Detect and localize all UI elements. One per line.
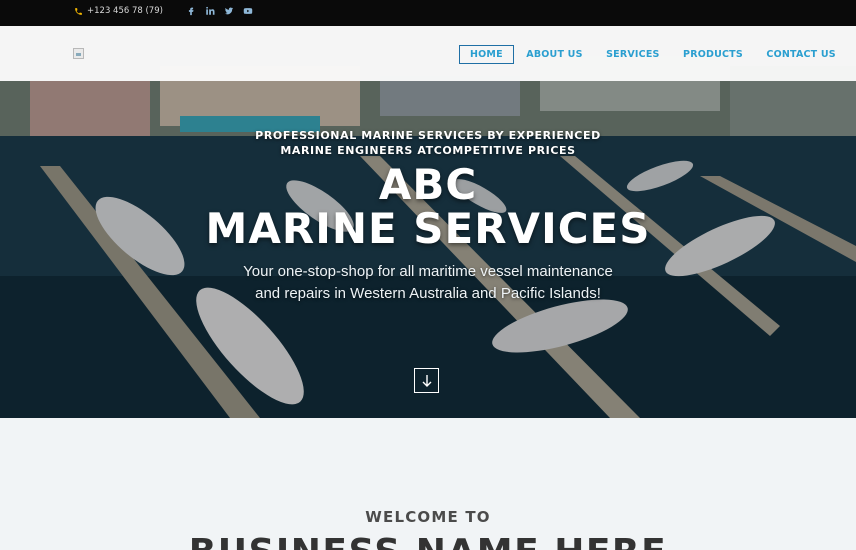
hero-tagline-line: MARINE ENGINEERS ATCOMPETITIVE PRICES [280, 144, 576, 157]
nav-services[interactable]: SERVICES [595, 45, 670, 64]
nav-home[interactable]: HOME [459, 45, 514, 64]
linkedin-icon[interactable] [205, 6, 215, 16]
top-bar: +123 456 78 (79) [0, 0, 856, 26]
hero-content: PROFESSIONAL MARINE SERVICES BY EXPERIEN… [0, 128, 856, 305]
social-links [186, 6, 253, 16]
phone-icon [75, 7, 82, 15]
site-logo[interactable] [73, 48, 84, 59]
hero-subtitle-line: Your one-stop-shop for all maritime vess… [243, 263, 613, 280]
hero-title-line: MARINE SERVICES [205, 204, 651, 253]
twitter-icon[interactable] [224, 6, 234, 16]
hero-tagline-line: PROFESSIONAL MARINE SERVICES BY EXPERIEN… [255, 129, 601, 142]
youtube-icon[interactable] [243, 6, 253, 16]
main-navbar: HOME ABOUT US SERVICES PRODUCTS CONTACT … [0, 26, 856, 81]
scroll-down-button[interactable] [414, 368, 439, 393]
nav-contact-us[interactable]: CONTACT US [755, 45, 846, 64]
hero-title: ABC MARINE SERVICES [0, 163, 856, 251]
hero-subtitle: Your one-stop-shop for all maritime vess… [0, 261, 856, 305]
phone-number: +123 456 78 (79) [87, 6, 163, 16]
nav-about-us[interactable]: ABOUT US [515, 45, 593, 64]
nav-products[interactable]: PRODUCTS [672, 45, 754, 64]
phone-contact[interactable]: +123 456 78 (79) [74, 6, 163, 16]
hero-subtitle-line: and repairs in Western Australia and Pac… [255, 285, 601, 302]
hero-title-line: ABC [378, 160, 478, 209]
arrow-down-icon [422, 374, 431, 387]
main-nav: HOME ABOUT US SERVICES PRODUCTS CONTACT … [459, 45, 848, 64]
business-name-heading: BUSINESS NAME HERE [0, 532, 856, 550]
facebook-icon[interactable] [186, 6, 196, 16]
hero-tagline: PROFESSIONAL MARINE SERVICES BY EXPERIEN… [0, 128, 856, 158]
welcome-heading: WELCOME TO [365, 508, 491, 526]
